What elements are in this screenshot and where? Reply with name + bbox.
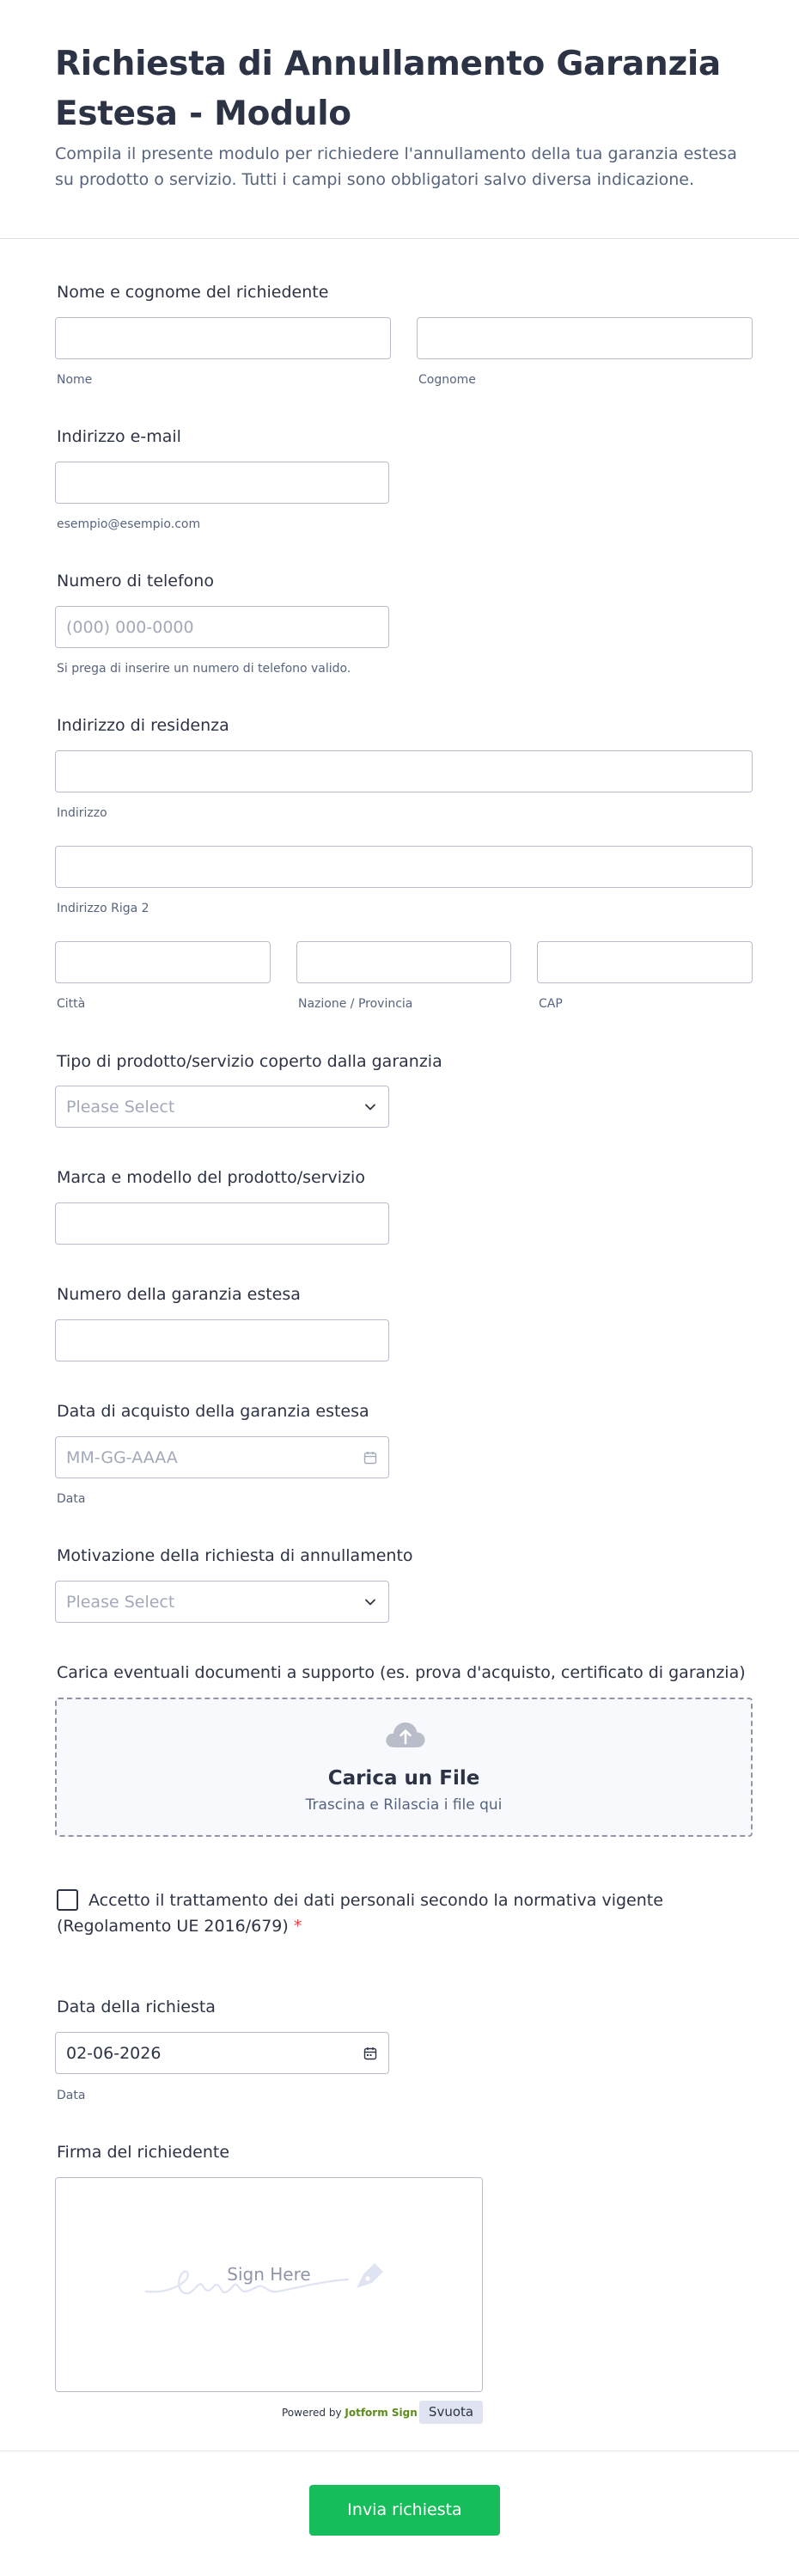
purchase-date-label: Data di acquisto della garanzia estesa	[57, 1402, 369, 1421]
phone-input[interactable]: (000) 000-0000	[55, 606, 389, 648]
cloud-upload-icon	[386, 1722, 425, 1747]
email-label: Indirizzo e-mail	[57, 427, 181, 446]
request-date-label: Data della richiesta	[57, 1998, 216, 2016]
phone-label: Numero di telefono	[57, 572, 214, 590]
first-name-sublabel: Nome	[57, 373, 93, 387]
first-name-input[interactable]	[55, 317, 391, 359]
upload-title: Carica un File	[327, 1767, 480, 1790]
brand-model-label: Marca e modello del prodotto/servizio	[57, 1168, 365, 1187]
reason-selected: Please Select	[66, 1593, 175, 1612]
purchase-date-placeholder: MM-GG-AAAA	[66, 1448, 178, 1467]
email-sublabel: esempio@esempio.com	[57, 517, 201, 531]
purchase-date-sublabel: Data	[57, 1492, 86, 1506]
purchase-date-input[interactable]: MM-GG-AAAA	[55, 1436, 389, 1478]
phone-sublabel: Si prega di inserire un numero di telefo…	[57, 662, 351, 676]
request-date-sublabel: Data	[57, 2089, 86, 2102]
file-upload-dropzone[interactable]: Carica un File Trascina e Rilascia i fil…	[55, 1698, 753, 1837]
calendar-icon[interactable]	[363, 1450, 378, 1465]
powered-by: Powered by Jotform Sign	[282, 2407, 418, 2419]
address-label: Indirizzo di residenza	[57, 716, 229, 735]
upload-subtitle: Trascina e Rilascia i file qui	[305, 1796, 503, 1814]
powered-by-prefix: Powered by	[282, 2407, 342, 2419]
reason-label: Motivazione della richiesta di annullame…	[57, 1546, 413, 1565]
last-name-input[interactable]	[417, 317, 753, 359]
reason-select[interactable]: Please Select	[55, 1581, 389, 1623]
signature-pad[interactable]: Sign Here	[55, 2177, 483, 2392]
powered-by-brand: Jotform Sign	[345, 2407, 418, 2419]
chevron-down-icon	[365, 1104, 375, 1111]
product-type-select[interactable]: Please Select	[55, 1086, 389, 1128]
consent-text: Accetto il trattamento dei dati personal…	[57, 1891, 663, 1936]
zip-input[interactable]	[537, 941, 753, 983]
clear-signature-button[interactable]: Svuota	[419, 2401, 483, 2424]
warranty-number-input[interactable]	[55, 1319, 389, 1361]
request-date-value: 02-06-2026	[66, 2044, 162, 2063]
submit-button[interactable]: Invia richiesta	[309, 2485, 500, 2536]
request-date-input[interactable]: 02-06-2026	[55, 2032, 389, 2074]
warranty-number-label: Numero della garanzia estesa	[57, 1285, 301, 1304]
city-sublabel: Città	[57, 997, 86, 1011]
address-line2-sublabel: Indirizzo Riga 2	[57, 902, 149, 915]
chevron-down-icon	[365, 1599, 375, 1606]
last-name-sublabel: Cognome	[418, 373, 476, 387]
email-input[interactable]	[55, 462, 389, 504]
signature-label: Firma del richiedente	[57, 2143, 230, 2162]
state-input[interactable]	[296, 941, 511, 983]
name-label: Nome e cognome del richiedente	[57, 283, 329, 302]
form-header: Richiesta di Annullamento Garanzia Estes…	[0, 0, 799, 239]
required-mark: *	[293, 1917, 302, 1936]
product-type-label: Tipo di prodotto/servizio coperto dalla …	[57, 1052, 442, 1071]
form-description: Compila il presente modulo per richieder…	[55, 144, 737, 189]
form-title: Richiesta di Annullamento Garanzia Estes…	[55, 45, 721, 133]
address-line2-input[interactable]	[55, 846, 753, 888]
phone-placeholder: (000) 000-0000	[66, 618, 194, 637]
state-sublabel: Nazione / Provincia	[298, 997, 413, 1011]
brand-model-input[interactable]	[55, 1202, 389, 1245]
zip-sublabel: CAP	[539, 997, 563, 1011]
address-line1-input[interactable]	[55, 750, 753, 792]
product-type-selected: Please Select	[66, 1098, 175, 1117]
calendar-icon[interactable]	[363, 2046, 378, 2061]
upload-label: Carica eventuali documenti a supporto (e…	[57, 1663, 746, 1682]
city-input[interactable]	[55, 941, 271, 983]
consent-label: Accetto il trattamento dei dati personal…	[57, 1888, 692, 1939]
address-line1-sublabel: Indirizzo	[57, 806, 107, 820]
sign-here-hint: Sign Here	[227, 2264, 311, 2285]
